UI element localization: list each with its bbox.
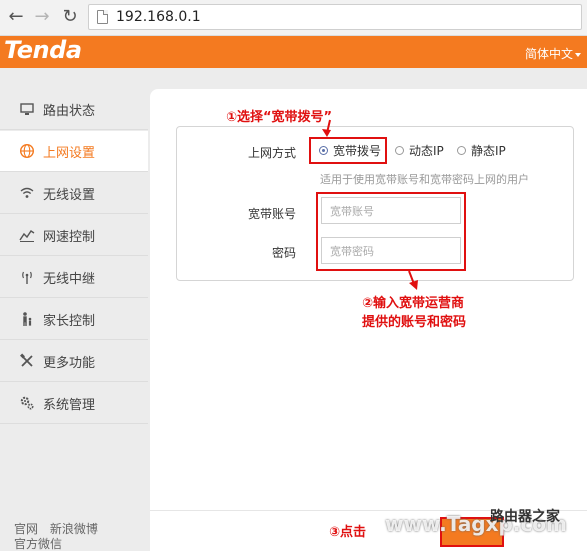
sidebar-item-parental-control[interactable]: 家长控制 xyxy=(0,299,148,340)
dhcp-radio[interactable] xyxy=(395,146,404,155)
address-bar[interactable]: 192.168.0.1 xyxy=(88,4,582,30)
static-ip-label: 静态IP xyxy=(471,144,506,158)
chevron-down-icon xyxy=(575,52,581,57)
pppoe-label: 宽带拨号 xyxy=(333,144,382,158)
back-arrow-icon[interactable]: ← xyxy=(6,7,26,27)
sidebar-item-label: 无线中继 xyxy=(43,271,96,287)
sidebar-item-label: 更多功能 xyxy=(43,355,96,371)
pppoe-radio-option[interactable]: 宽带拨号 xyxy=(319,142,381,159)
browser-toolbar: ← → ↻ 192.168.0.1 xyxy=(0,0,587,36)
language-label: 简体中文 xyxy=(524,47,573,61)
page-icon xyxy=(97,10,108,24)
language-selector[interactable]: 简体中文 xyxy=(525,45,581,62)
official-site-link[interactable]: 官网 xyxy=(14,522,38,536)
pppoe-radio[interactable] xyxy=(319,146,328,155)
dhcp-label: 动态IP xyxy=(409,144,444,158)
wechat-link[interactable]: 官方微信 xyxy=(14,537,62,551)
sidebar: 路由状态 上网设置 无线设置 网速控制 无线中继 家长控制 更多功能 系统管理 xyxy=(0,89,148,551)
url-text[interactable]: 192.168.0.1 xyxy=(116,9,201,25)
sidebar-item-more-features[interactable]: 更多功能 xyxy=(0,341,148,382)
parent-icon xyxy=(18,310,36,328)
sidebar-item-wireless-repeater[interactable]: 无线中继 xyxy=(0,257,148,298)
step3-annotation: ③点击 xyxy=(329,525,367,540)
globe-icon xyxy=(18,142,36,160)
tools-icon xyxy=(18,352,36,370)
password-label: 密码 xyxy=(271,246,296,260)
step1-arrow xyxy=(322,119,331,137)
antenna-icon xyxy=(18,268,36,286)
step2-annotation-line1: ②输入宽带运营商 xyxy=(362,296,465,311)
step2-arrow xyxy=(408,270,418,290)
monitor-icon xyxy=(18,100,36,118)
sidebar-item-label: 系统管理 xyxy=(43,397,96,413)
step2-annotation-line2: 提供的账号和密码 xyxy=(362,315,467,330)
forward-arrow-icon[interactable]: → xyxy=(32,7,52,27)
sidebar-item-label: 网速控制 xyxy=(43,229,96,245)
account-label: 宽带账号 xyxy=(247,207,296,221)
sidebar-item-label: 上网设置 xyxy=(43,145,96,161)
broadband-password-field[interactable]: 宽带密码 xyxy=(321,237,461,264)
dhcp-radio-option[interactable]: 动态IP xyxy=(395,142,444,159)
sidebar-item-speed-control[interactable]: 网速控制 xyxy=(0,215,148,256)
sidebar-item-label: 无线设置 xyxy=(43,187,96,203)
gears-icon xyxy=(18,394,36,412)
watermark-logo-text: 路由器之家 xyxy=(490,509,560,525)
sidebar-footer: 官网 新浪微博 官方微信 xyxy=(14,522,106,552)
connection-hint: 适用于使用宽带账号和宽带密码上网的用户 xyxy=(320,173,529,186)
sidebar-item-system-management[interactable]: 系统管理 xyxy=(0,383,148,424)
weibo-link[interactable]: 新浪微博 xyxy=(50,522,98,536)
tenda-logo: Tenda xyxy=(4,36,82,64)
connection-type-label: 上网方式 xyxy=(247,146,296,160)
static-ip-radio[interactable] xyxy=(457,146,466,155)
sidebar-item-label: 路由状态 xyxy=(43,103,96,119)
broadband-account-field[interactable]: 宽带账号 xyxy=(321,197,461,224)
sidebar-item-router-status[interactable]: 路由状态 xyxy=(0,89,148,130)
app-header: Tenda 简体中文 xyxy=(0,36,587,68)
speed-icon xyxy=(18,226,36,244)
static-ip-radio-option[interactable]: 静态IP xyxy=(457,142,506,159)
wifi-icon xyxy=(18,184,36,202)
sidebar-item-wireless-settings[interactable]: 无线设置 xyxy=(0,173,148,214)
reload-icon[interactable]: ↻ xyxy=(60,7,80,27)
sidebar-item-label: 家长控制 xyxy=(43,313,96,329)
sidebar-item-internet-settings[interactable]: 上网设置 xyxy=(0,131,148,172)
step1-annotation: ①选择“宽带拨号” xyxy=(226,110,333,125)
